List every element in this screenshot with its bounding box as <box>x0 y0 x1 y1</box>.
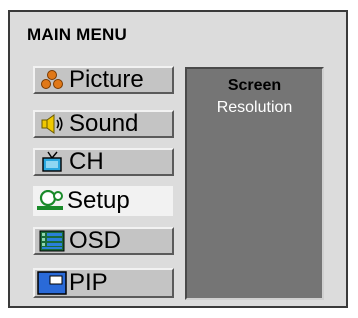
panel-heading: Screen <box>227 77 282 94</box>
menu-item-ch[interactable]: CH <box>33 148 174 176</box>
people-icon <box>35 68 69 92</box>
menu-item-label: PIP <box>69 269 108 296</box>
osd-list-icon <box>35 229 69 253</box>
menu-item-label: CH <box>69 148 104 175</box>
speaker-icon <box>35 112 69 136</box>
menu-item-label: OSD <box>69 227 122 254</box>
pip-screen-icon <box>35 271 69 295</box>
menu-item-setup[interactable]: Setup <box>33 186 173 216</box>
menu-item-sound[interactable]: Sound <box>33 110 174 138</box>
menu-item-label: Sound <box>69 110 139 137</box>
tv-icon <box>35 150 69 174</box>
panel-subtext: Resolution <box>216 99 293 116</box>
menu-title: MAIN MENU <box>27 25 128 44</box>
menu-item-pip[interactable]: PIP <box>33 268 174 298</box>
menu-item-osd[interactable]: OSD <box>33 227 174 255</box>
setup-person-icon <box>33 189 67 213</box>
menu-item-picture[interactable]: Picture <box>33 66 174 94</box>
info-panel: Screen Resolution <box>185 67 324 300</box>
menu-item-label: Picture <box>69 66 144 93</box>
menu-item-label: Setup <box>67 187 130 214</box>
